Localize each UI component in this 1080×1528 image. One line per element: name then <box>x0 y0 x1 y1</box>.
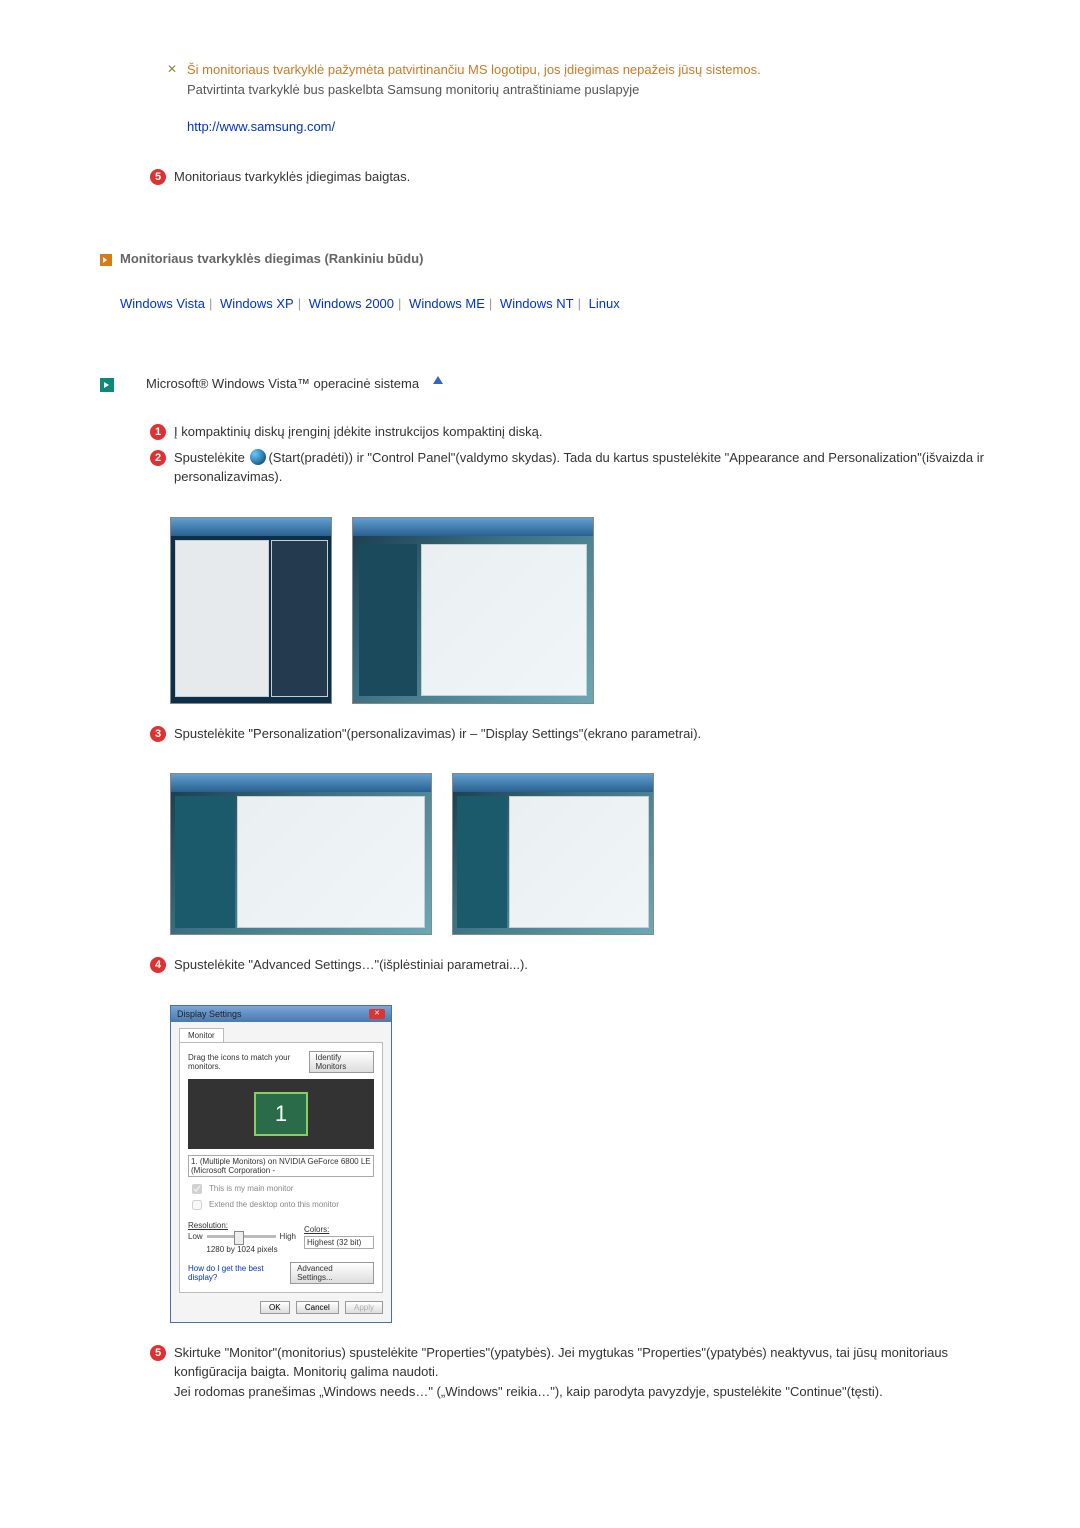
vista-step-5: 5 Skirtuke "Monitor"(monitorius) spustel… <box>100 1343 1000 1402</box>
step-number-icon: 1 <box>150 424 166 440</box>
extend-desktop-checkbox <box>192 1200 202 1210</box>
note-mark-icon: ✕ <box>165 60 179 76</box>
section-bullet-icon <box>100 254 112 266</box>
monitor-1-icon[interactable]: 1 <box>254 1092 308 1136</box>
display-settings-dialog: Display Settings ✕ Monitor Drag the icon… <box>170 1005 392 1323</box>
start-orb-icon <box>250 449 266 465</box>
apply-button: Apply <box>345 1301 383 1314</box>
colors-label: Colors: <box>304 1225 374 1234</box>
identify-monitors-button[interactable]: Identify Monitors <box>309 1051 374 1073</box>
warning-line2: Patvirtinta tvarkyklė bus paskelbta Sams… <box>187 80 761 100</box>
control-panel-screenshot <box>352 517 594 704</box>
res-low-label: Low <box>188 1232 203 1241</box>
step1-text: Į kompaktinių diskų įrenginį įdėkite ins… <box>174 422 1000 442</box>
samsung-link[interactable]: http://www.samsung.com/ <box>187 119 335 134</box>
step-number-icon: 3 <box>150 726 166 742</box>
resolution-value: 1280 by 1024 pixels <box>188 1245 296 1254</box>
os-link-2000[interactable]: Windows 2000 <box>309 296 394 311</box>
monitor-select[interactable]: 1. (Multiple Monitors) on NVIDIA GeForce… <box>188 1155 374 1177</box>
main-monitor-checkbox <box>192 1184 202 1194</box>
resolution-slider[interactable] <box>207 1235 276 1238</box>
vista-heading: Microsoft® Windows Vista™ operacinė sist… <box>146 376 419 391</box>
step-number-icon: 2 <box>150 450 166 466</box>
step4-text: Spustelėkite "Advanced Settings…"(išplės… <box>174 955 1000 975</box>
os-link-xp[interactable]: Windows XP <box>220 296 294 311</box>
manual-install-heading: Monitoriaus tvarkyklės diegimas (Rankini… <box>120 251 423 266</box>
collapse-up-icon[interactable] <box>433 376 443 384</box>
best-display-link[interactable]: How do I get the best display? <box>188 1264 290 1282</box>
vista-step-3: 3 Spustelėkite "Personalization"(persona… <box>100 724 1000 744</box>
monitor-arrangement-area[interactable]: 1 <box>188 1079 374 1149</box>
step5-top-text: Monitoriaus tvarkyklės įdiegimas baigtas… <box>174 167 1000 187</box>
document-page: ✕ Ši monitoriaus tvarkyklė pažymėta patv… <box>0 0 1080 1491</box>
vista-steps-1-2: 1 Į kompaktinių diskų įrenginį įdėkite i… <box>100 422 1000 487</box>
colors-select[interactable]: Highest (32 bit) <box>304 1236 374 1249</box>
step-number-icon: 5 <box>150 1345 166 1361</box>
res-high-label: High <box>280 1232 296 1241</box>
personalization-screenshot-2 <box>452 773 654 935</box>
advanced-settings-button[interactable]: Advanced Settings... <box>290 1262 374 1284</box>
cancel-button[interactable]: Cancel <box>296 1301 339 1314</box>
os-link-linux[interactable]: Linux <box>589 296 620 311</box>
os-links-row: Windows Vista| Windows XP| Windows 2000|… <box>100 296 1000 311</box>
resolution-label: Resolution: <box>188 1221 296 1230</box>
warning-line1: Ši monitoriaus tvarkyklė pažymėta patvir… <box>187 60 761 80</box>
warning-text-container: Ši monitoriaus tvarkyklė pažymėta patvir… <box>187 60 761 137</box>
dialog-title: Display Settings <box>177 1009 242 1019</box>
manual-install-heading-row: Monitoriaus tvarkyklės diegimas (Rankini… <box>100 251 1000 266</box>
os-link-nt[interactable]: Windows NT <box>500 296 574 311</box>
step3-text: Spustelėkite "Personalization"(personali… <box>174 724 1000 744</box>
screenshot-row-1 <box>170 517 1000 704</box>
step-number-icon: 4 <box>150 957 166 973</box>
step-number-icon: 5 <box>150 169 166 185</box>
os-link-vista[interactable]: Windows Vista <box>120 296 205 311</box>
subsection-bullet-icon <box>100 378 114 392</box>
step5-text: Skirtuke "Monitor"(monitorius) spustelėk… <box>174 1343 1000 1402</box>
start-menu-screenshot <box>170 517 332 704</box>
vista-section-heading-row: Microsoft® Windows Vista™ operacinė sist… <box>100 376 1000 392</box>
step2-text: Spustelėkite (Start(pradėti)) ir "Contro… <box>174 448 1000 487</box>
close-icon[interactable]: ✕ <box>369 1009 385 1019</box>
top-step5: 5 Monitoriaus tvarkyklės įdiegimas baigt… <box>100 167 1000 187</box>
screenshot-row-2 <box>170 773 1000 935</box>
driver-warning-block: ✕ Ši monitoriaus tvarkyklė pažymėta patv… <box>100 60 1000 137</box>
vista-step-4: 4 Spustelėkite "Advanced Settings…"(išpl… <box>100 955 1000 975</box>
personalization-screenshot-1 <box>170 773 432 935</box>
ok-button[interactable]: OK <box>260 1301 290 1314</box>
drag-text: Drag the icons to match your monitors. <box>188 1053 309 1071</box>
os-link-me[interactable]: Windows ME <box>409 296 485 311</box>
monitor-tab[interactable]: Monitor <box>179 1028 224 1042</box>
